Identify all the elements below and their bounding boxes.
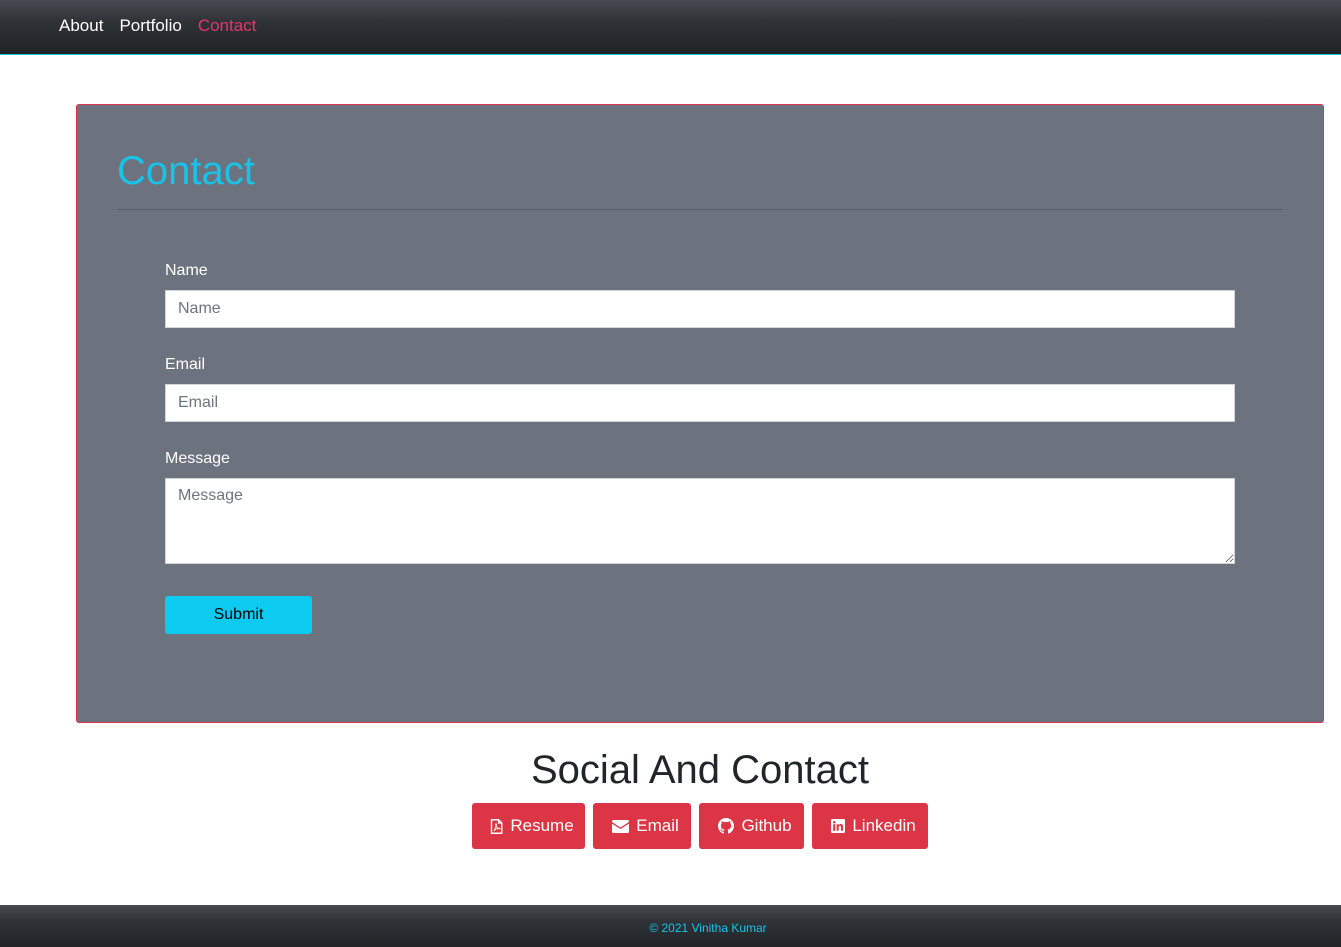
nav-link-contact[interactable]: Contact	[198, 16, 257, 36]
nav-link-about[interactable]: About	[59, 16, 103, 36]
contact-title: Contact	[117, 149, 255, 193]
github-button[interactable]: Github	[699, 803, 804, 849]
envelope-icon	[612, 819, 630, 833]
email-button[interactable]: Email	[593, 803, 691, 849]
name-input[interactable]	[165, 290, 1235, 328]
copyright-text: © 2021 Vinitha Kumar	[649, 921, 767, 935]
nav-links: About Portfolio Contact	[59, 16, 256, 36]
submit-button[interactable]: Submit	[165, 596, 312, 634]
social-buttons: Resume Email Github Linkedin	[472, 803, 928, 849]
github-icon	[718, 818, 735, 834]
file-pdf-icon	[490, 818, 503, 834]
social-title: Social And Contact	[531, 748, 869, 792]
message-label: Message	[165, 450, 230, 467]
github-label: Github	[741, 816, 792, 835]
email-input[interactable]	[165, 384, 1235, 422]
email-label: Email	[165, 356, 206, 373]
resume-button[interactable]: Resume	[472, 803, 585, 849]
contact-card: Contact Name Email Message Submit	[76, 104, 1324, 723]
linkedin-button[interactable]: Linkedin	[812, 803, 928, 849]
message-textarea[interactable]	[165, 478, 1235, 564]
linkedin-icon	[831, 819, 846, 833]
resume-label: Resume	[510, 816, 574, 835]
footer: © 2021 Vinitha Kumar	[0, 905, 1341, 947]
name-label: Name	[165, 262, 208, 279]
linkedin-label: Linkedin	[852, 816, 916, 835]
navbar: About Portfolio Contact	[0, 0, 1341, 55]
email-label: Email	[636, 816, 679, 835]
divider	[117, 209, 1283, 210]
nav-link-portfolio[interactable]: Portfolio	[119, 16, 181, 36]
